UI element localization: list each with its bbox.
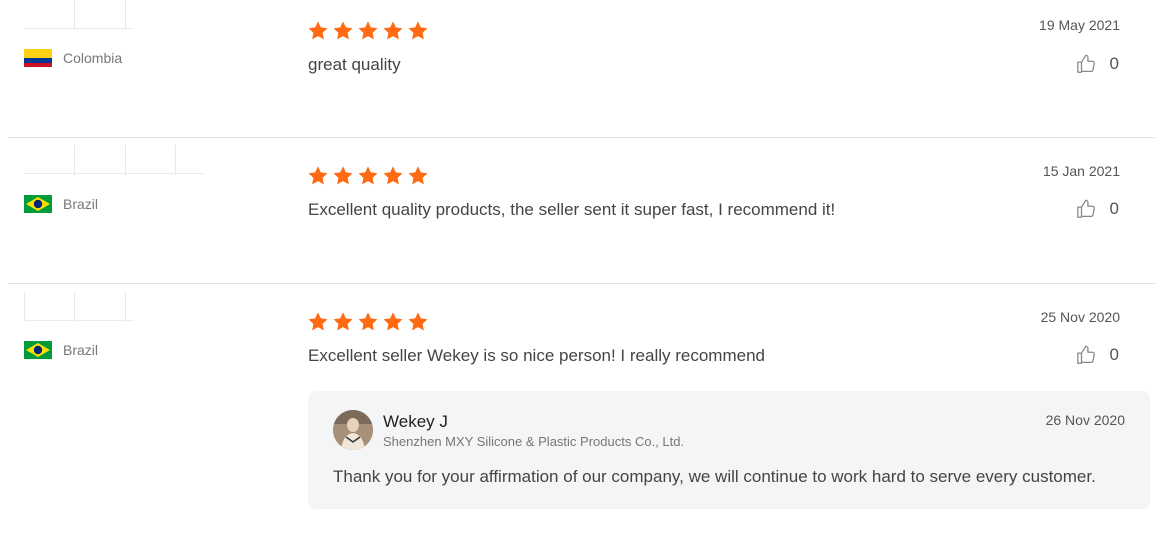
star-icon	[383, 21, 403, 40]
brazil-flag-icon	[24, 341, 52, 359]
star-icon	[408, 166, 428, 185]
star-rating	[307, 20, 429, 42]
thumbs-up-icon	[1076, 345, 1095, 364]
star-icon	[358, 166, 378, 185]
star-icon	[358, 312, 378, 331]
like-count: 0	[1109, 54, 1119, 73]
seller-avatar	[333, 410, 373, 450]
star-icon	[383, 166, 403, 185]
star-icon	[308, 312, 328, 331]
star-icon	[333, 166, 353, 185]
star-icon	[333, 312, 353, 331]
review-comment: great quality	[308, 55, 401, 74]
star-icon	[308, 166, 328, 185]
reply-date: 26 Nov 2020	[1045, 412, 1125, 428]
review-date: 25 Nov 2020	[1040, 309, 1120, 325]
star-rating	[307, 311, 429, 333]
star-icon	[358, 21, 378, 40]
reviewer-country: Colombia	[24, 49, 122, 67]
review-item: Colombia great quality 19 May 2021 0	[0, 0, 1155, 137]
star-icon	[408, 21, 428, 40]
avatar-placeholder	[24, 145, 204, 175]
country-name: Brazil	[63, 196, 99, 212]
star-icon	[383, 312, 403, 331]
country-name: Colombia	[63, 50, 123, 66]
avatar-placeholder	[24, 0, 134, 30]
review-comment: Excellent seller Wekey is so nice person…	[308, 346, 765, 365]
reviewer-country: Brazil	[24, 195, 98, 213]
like-button[interactable]: 0	[1076, 198, 1119, 220]
thumbs-up-icon	[1076, 54, 1095, 73]
like-button[interactable]: 0	[1076, 344, 1119, 366]
review-date: 19 May 2021	[1039, 17, 1120, 33]
review-item: Brazil Excellent quality products, the s…	[0, 138, 1155, 283]
seller-reply: Wekey J Shenzhen MXY Silicone & Plastic …	[308, 391, 1150, 509]
colombia-flag-icon	[24, 49, 52, 67]
star-icon	[308, 21, 328, 40]
review-date: 15 Jan 2021	[1042, 163, 1120, 179]
seller-company: Shenzhen MXY Silicone & Plastic Products…	[383, 434, 685, 449]
review-comment: Excellent quality products, the seller s…	[308, 200, 836, 219]
star-rating	[307, 165, 429, 187]
review-item: Brazil Excellent seller Wekey is so nice…	[0, 284, 1155, 539]
country-name: Brazil	[63, 342, 99, 358]
seller-name: Wekey J	[383, 412, 448, 431]
like-button[interactable]: 0	[1076, 53, 1119, 75]
star-icon	[333, 21, 353, 40]
brazil-flag-icon	[24, 195, 52, 213]
thumbs-up-icon	[1076, 199, 1095, 218]
like-count: 0	[1109, 345, 1119, 364]
reply-text: Thank you for your affirmation of our co…	[333, 467, 1096, 486]
star-icon	[408, 312, 428, 331]
like-count: 0	[1109, 199, 1119, 218]
avatar-placeholder	[24, 292, 134, 322]
reviewer-country: Brazil	[24, 341, 98, 359]
